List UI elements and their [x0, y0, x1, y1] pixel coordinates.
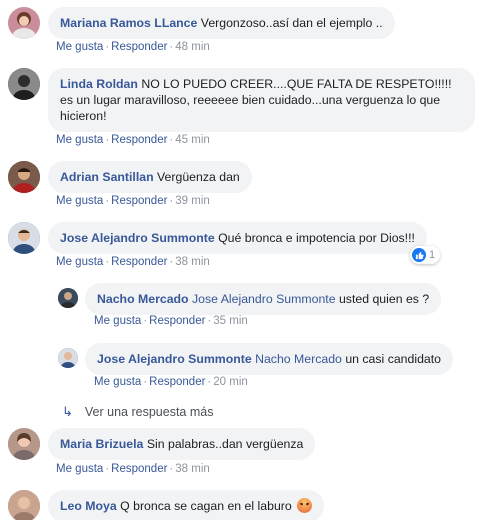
reply-link[interactable]: Responder	[111, 256, 167, 268]
timestamp[interactable]: 38 min	[175, 463, 210, 475]
comment-author[interactable]: Linda Roldan	[60, 77, 138, 91]
like-link[interactable]: Me gusta	[94, 315, 141, 327]
avatar[interactable]	[8, 161, 40, 193]
like-reaction-icon	[412, 248, 426, 262]
reply-mention[interactable]: Jose Alejandro Summonte	[192, 292, 336, 306]
reply-bubble: Nacho Mercado Jose Alejandro Summonte us…	[85, 283, 442, 315]
reply-arrow-icon: ↳	[62, 404, 73, 419]
comment-actions: Me gusta · Responder · 45 min	[56, 134, 210, 146]
comment-text: Vergüenza dan	[157, 170, 240, 184]
like-link[interactable]: Me gusta	[56, 41, 103, 53]
comment-text: Sin palabras..dan vergüenza	[146, 437, 304, 451]
like-link[interactable]: Me gusta	[56, 256, 103, 268]
separator: ·	[105, 195, 110, 207]
comment-text: Qué bronca e impotencia por Dios!!!	[218, 231, 415, 245]
separator: ·	[105, 256, 110, 268]
separator: ·	[105, 134, 110, 146]
comment-bubble: Adrian Santillan Vergüenza dan	[48, 161, 252, 193]
separator: ·	[169, 256, 174, 268]
timestamp[interactable]: 38 min	[175, 256, 210, 268]
reply-author[interactable]: Nacho Mercado	[97, 292, 189, 306]
avatar[interactable]	[8, 222, 40, 254]
comment-author[interactable]: Mariana Ramos LLance	[60, 16, 197, 30]
separator: ·	[143, 315, 148, 327]
avatar[interactable]	[8, 68, 40, 100]
avatar[interactable]	[58, 348, 78, 368]
reply-actions: Me gusta · Responder · 20 min	[94, 376, 248, 388]
comment-bubble: Maria Brizuela Sin palabras..dan vergüen…	[48, 428, 316, 460]
comment-bubble: Mariana Ramos LLance Vergonzoso..así dan…	[48, 7, 395, 39]
comment-author[interactable]: Adrian Santillan	[60, 170, 154, 184]
separator: ·	[207, 315, 212, 327]
reply-link[interactable]: Responder	[111, 195, 167, 207]
separator: ·	[207, 376, 212, 388]
reply-link[interactable]: Responder	[111, 134, 167, 146]
reaction-count: 1	[429, 249, 436, 261]
separator: ·	[143, 376, 148, 388]
like-link[interactable]: Me gusta	[94, 376, 141, 388]
comment-text: Q bronca se cagan en el laburo	[120, 499, 292, 513]
reply-link[interactable]: Responder	[149, 315, 205, 327]
view-more-replies-link[interactable]: ↳ Ver una respuesta más	[62, 404, 213, 420]
timestamp[interactable]: 35 min	[213, 315, 248, 327]
view-more-replies-label[interactable]: Ver una respuesta más	[85, 405, 214, 419]
separator: ·	[169, 463, 174, 475]
comment-bubble: Linda Roldan NO LO PUEDO CREER....QUE FA…	[48, 68, 475, 132]
reply-author[interactable]: Jose Alejandro Summonte	[97, 352, 252, 366]
separator: ·	[169, 134, 174, 146]
comment-author[interactable]: Maria Brizuela	[60, 437, 143, 451]
reply-text: un casi candidato	[345, 352, 442, 366]
comment-actions: Me gusta · Responder · 38 min	[56, 256, 210, 268]
timestamp[interactable]: 45 min	[175, 134, 210, 146]
timestamp[interactable]: 20 min	[213, 376, 248, 388]
timestamp[interactable]: 48 min	[175, 41, 210, 53]
separator: ·	[105, 41, 110, 53]
comment-bubble: Jose Alejandro Summonte Qué bronca e imp…	[48, 222, 427, 254]
like-link[interactable]: Me gusta	[56, 134, 103, 146]
avatar[interactable]	[58, 288, 78, 308]
angry-face-icon	[297, 498, 313, 513]
avatar[interactable]	[8, 7, 40, 39]
reply-mention[interactable]: Nacho Mercado	[255, 352, 342, 366]
like-link[interactable]: Me gusta	[56, 463, 103, 475]
avatar[interactable]	[8, 490, 40, 520]
comment-bubble: Leo Moya Q bronca se cagan en el laburo	[48, 490, 325, 520]
like-link[interactable]: Me gusta	[56, 195, 103, 207]
reply-text: usted quien es ?	[338, 292, 430, 306]
comment-author[interactable]: Jose Alejandro Summonte	[60, 231, 215, 245]
comment-text: Vergonzoso..así dan el ejemplo ..	[200, 16, 383, 30]
reply-link[interactable]: Responder	[111, 41, 167, 53]
comment-actions: Me gusta · Responder · 39 min	[56, 195, 210, 207]
comment-author[interactable]: Leo Moya	[60, 499, 117, 513]
avatar[interactable]	[8, 428, 40, 460]
reply-link[interactable]: Responder	[111, 463, 167, 475]
reply-bubble: Jose Alejandro Summonte Nacho Mercado un…	[85, 343, 454, 375]
reaction-badge[interactable]: 1	[410, 246, 441, 264]
comment-actions: Me gusta · Responder · 48 min	[56, 41, 210, 53]
reply-actions: Me gusta · Responder · 35 min	[94, 315, 248, 327]
timestamp[interactable]: 39 min	[175, 195, 210, 207]
separator: ·	[169, 41, 174, 53]
comment-actions: Me gusta · Responder · 38 min	[56, 463, 210, 475]
separator: ·	[169, 195, 174, 207]
separator: ·	[105, 463, 110, 475]
reply-link[interactable]: Responder	[149, 376, 205, 388]
